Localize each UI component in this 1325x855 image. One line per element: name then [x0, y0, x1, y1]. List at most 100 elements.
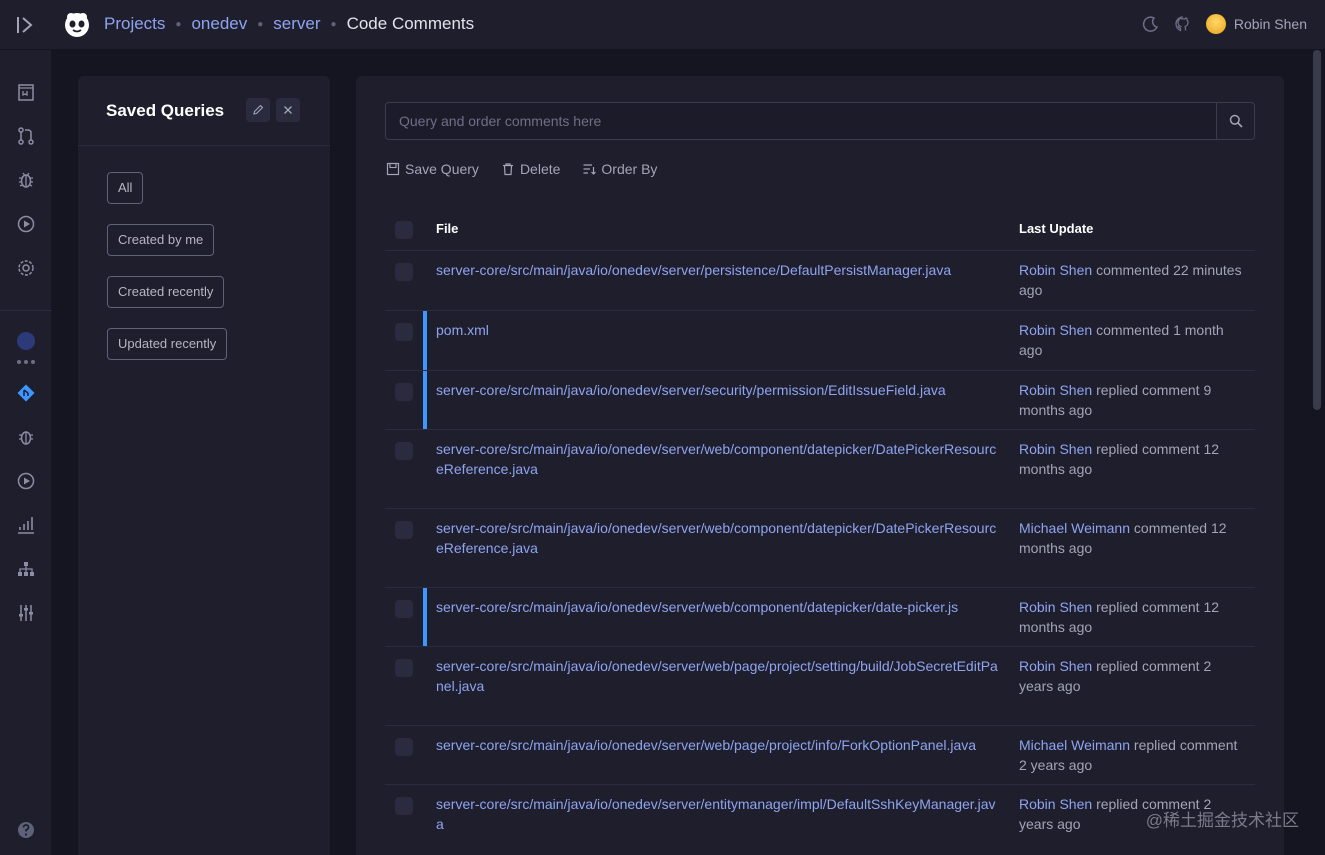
- comments-table: File Last Update server-core/src/main/ja…: [385, 208, 1255, 855]
- user-link[interactable]: Robin Shen: [1019, 262, 1092, 278]
- onedev-logo-icon[interactable]: [62, 11, 92, 39]
- order-by-label: Order By: [601, 161, 658, 177]
- delete-button[interactable]: Delete: [501, 161, 560, 177]
- moon-icon[interactable]: [1142, 15, 1160, 33]
- issues-bug-icon[interactable]: [16, 427, 36, 447]
- watermark: @稀土掘金技术社区: [1145, 811, 1299, 830]
- table-row[interactable]: server-core/src/main/java/io/onedev/serv…: [385, 647, 1255, 726]
- user-link[interactable]: Michael Weimann: [1019, 737, 1130, 753]
- file-link[interactable]: server-core/src/main/java/io/onedev/serv…: [436, 736, 1001, 756]
- table-row[interactable]: server-core/src/main/java/io/onedev/serv…: [385, 371, 1255, 430]
- user-link[interactable]: Robin Shen: [1019, 322, 1092, 338]
- save-query-button[interactable]: Save Query: [386, 161, 479, 177]
- table-row[interactable]: server-core/src/main/java/io/onedev/serv…: [385, 430, 1255, 509]
- breadcrumb: Projects ● onedev ● server ● Code Commen…: [104, 14, 474, 34]
- breadcrumb-project[interactable]: onedev: [191, 14, 247, 34]
- pull-request-icon[interactable]: [16, 126, 36, 146]
- last-update: Robin Shen commented 1 month ago: [1019, 321, 1249, 360]
- breadcrumb-subproject[interactable]: server: [273, 14, 320, 34]
- github-icon[interactable]: [1174, 15, 1192, 33]
- close-icon: [284, 106, 292, 114]
- breadcrumb-projects[interactable]: Projects: [104, 14, 165, 34]
- close-queries-button[interactable]: [276, 98, 300, 122]
- row-checkbox[interactable]: [395, 600, 413, 618]
- table-header: File Last Update: [385, 208, 1255, 251]
- file-link[interactable]: server-core/src/main/java/io/onedev/serv…: [436, 519, 1001, 558]
- table-row[interactable]: server-core/src/main/java/io/onedev/serv…: [385, 726, 1255, 785]
- table-row[interactable]: server-core/src/main/java/io/onedev/serv…: [385, 588, 1255, 647]
- file-link[interactable]: pom.xml: [436, 321, 1001, 341]
- file-link[interactable]: server-core/src/main/java/io/onedev/serv…: [436, 598, 1001, 618]
- last-update: Robin Shen replied comment 12 months ago: [1019, 598, 1249, 637]
- order-by-button[interactable]: Order By: [582, 161, 657, 177]
- user-link[interactable]: Robin Shen: [1019, 599, 1092, 615]
- settings-gear-icon[interactable]: [16, 258, 36, 278]
- hierarchy-icon[interactable]: [16, 559, 36, 579]
- top-bar: Projects ● onedev ● server ● Code Commen…: [0, 0, 1325, 50]
- file-link[interactable]: server-core/src/main/java/io/onedev/serv…: [436, 261, 1001, 281]
- user-link[interactable]: Robin Shen: [1019, 658, 1092, 674]
- edit-queries-button[interactable]: [246, 98, 270, 122]
- search-button[interactable]: [1216, 102, 1255, 140]
- search-icon: [1229, 114, 1243, 128]
- page-title: Code Comments: [346, 14, 475, 33]
- unread-indicator: [423, 371, 427, 429]
- query-all-button[interactable]: All: [107, 172, 144, 204]
- user-link[interactable]: Michael Weimann: [1019, 520, 1130, 536]
- user-link[interactable]: Robin Shen: [1019, 441, 1092, 457]
- query-input[interactable]: [385, 102, 1217, 140]
- bug-icon[interactable]: [16, 170, 36, 190]
- file-link[interactable]: server-core/src/main/java/io/onedev/serv…: [436, 440, 1001, 479]
- select-all-checkbox[interactable]: [395, 221, 413, 239]
- last-update: Robin Shen replied comment 12 months ago: [1019, 440, 1249, 479]
- row-checkbox[interactable]: [395, 738, 413, 756]
- table-row[interactable]: pom.xml Robin Shen commented 1 month ago: [385, 311, 1255, 371]
- last-update: Robin Shen commented 22 minutes ago: [1019, 261, 1249, 300]
- row-checkbox[interactable]: [395, 383, 413, 401]
- row-checkbox[interactable]: [395, 442, 413, 460]
- bookmark-icon[interactable]: [16, 82, 36, 102]
- row-checkbox[interactable]: [395, 263, 413, 281]
- unread-indicator: [423, 588, 427, 646]
- rocket-icon[interactable]: [17, 332, 35, 350]
- breadcrumb-separator: ●: [330, 18, 337, 30]
- column-header-file: File: [436, 221, 459, 236]
- more-dots-icon[interactable]: [17, 360, 35, 364]
- left-navigation: [0, 50, 52, 855]
- builds-play-icon[interactable]: [16, 471, 36, 491]
- row-checkbox[interactable]: [395, 521, 413, 539]
- query-updated-recently-button[interactable]: Updated recently: [107, 328, 228, 360]
- query-created-by-me-button[interactable]: Created by me: [107, 224, 215, 256]
- last-update: Michael Weimann commented 12 months ago: [1019, 519, 1249, 558]
- sort-icon: [583, 164, 597, 175]
- user-link[interactable]: Robin Shen: [1019, 796, 1092, 812]
- statistics-chart-icon[interactable]: [16, 515, 36, 535]
- sidebar-toggle-icon[interactable]: [14, 14, 36, 36]
- save-query-label: Save Query: [405, 161, 479, 177]
- table-row[interactable]: server-core/src/main/java/io/onedev/serv…: [385, 509, 1255, 588]
- page-scrollbar[interactable]: [1313, 50, 1321, 410]
- save-icon: [386, 162, 400, 176]
- sliders-icon[interactable]: [16, 603, 36, 623]
- file-link[interactable]: server-core/src/main/java/io/onedev/serv…: [436, 795, 1001, 834]
- unread-indicator: [423, 311, 427, 370]
- trash-icon: [502, 163, 513, 176]
- avatar[interactable]: [1205, 14, 1226, 34]
- file-link[interactable]: server-core/src/main/java/io/onedev/serv…: [436, 381, 1001, 401]
- help-icon[interactable]: [16, 820, 36, 840]
- row-checkbox[interactable]: [395, 659, 413, 677]
- last-update: Michael Weimann replied comment 2 years …: [1019, 736, 1249, 775]
- query-created-recently-button[interactable]: Created recently: [107, 276, 225, 308]
- user-name[interactable]: Robin Shen: [1234, 16, 1307, 32]
- table-row[interactable]: server-core/src/main/java/io/onedev/serv…: [385, 251, 1255, 311]
- row-checkbox[interactable]: [395, 797, 413, 815]
- saved-queries-title: Saved Queries: [106, 101, 225, 120]
- play-icon[interactable]: [16, 214, 36, 234]
- file-link[interactable]: server-core/src/main/java/io/onedev/serv…: [436, 657, 1001, 696]
- table-row[interactable]: server-core/src/main/java/io/onedev/serv…: [385, 785, 1255, 855]
- delete-label: Delete: [519, 161, 561, 177]
- user-link[interactable]: Robin Shen: [1019, 382, 1092, 398]
- row-checkbox[interactable]: [395, 323, 413, 341]
- top-right-controls: Robin Shen: [1142, 14, 1307, 34]
- code-icon[interactable]: [16, 383, 36, 403]
